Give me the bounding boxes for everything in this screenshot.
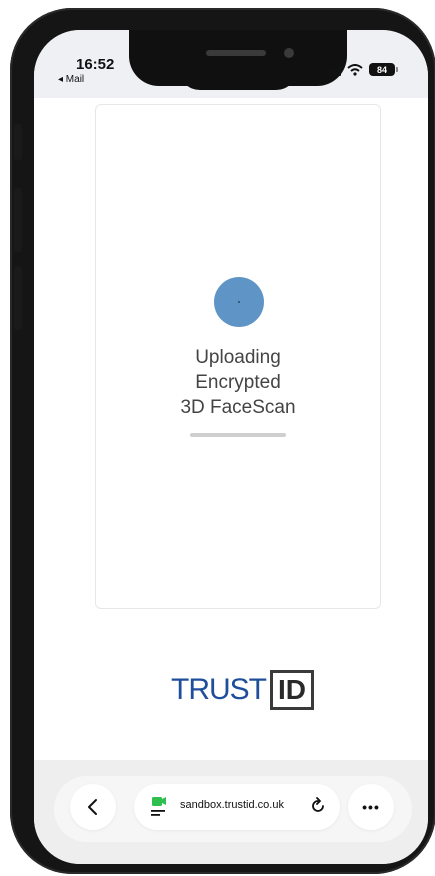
status-icons: 84 xyxy=(323,63,398,76)
chevron-left-icon xyxy=(88,799,97,815)
upload-line-1: Uploading xyxy=(195,347,281,368)
web-content: Uploading Encrypted 3D FaceScan TRUST ID xyxy=(34,98,428,788)
mute-switch xyxy=(14,124,22,160)
phone-frame: 16:52 ◂ Mail 84 Uploading Encrypted 3D F… xyxy=(10,8,435,874)
browser-toolbar: sandbox.trustid.co.uk ••• xyxy=(34,760,428,864)
camera-dot xyxy=(284,48,294,58)
status-time: 16:52 xyxy=(76,56,115,73)
wifi-icon xyxy=(347,63,363,76)
volume-down-button xyxy=(14,266,22,330)
more-button[interactable]: ••• xyxy=(348,784,394,830)
battery-icon: 84 xyxy=(369,63,398,76)
site-icon xyxy=(151,797,166,816)
address-bar[interactable]: sandbox.trustid.co.uk xyxy=(134,784,340,830)
loading-spinner xyxy=(214,277,264,327)
volume-up-button xyxy=(14,188,22,252)
logo-trust-text: TRUST xyxy=(171,673,267,706)
trustid-logo: TRUST ID xyxy=(171,670,314,710)
notch-lower xyxy=(178,60,298,90)
reload-button[interactable] xyxy=(306,794,330,818)
reload-icon xyxy=(312,797,324,812)
upload-status-text: Uploading Encrypted 3D FaceScan xyxy=(96,345,380,420)
upload-progress-bar xyxy=(190,433,286,437)
logo-id-box: ID xyxy=(270,670,314,710)
speaker-grille xyxy=(206,50,266,56)
upload-line-2: Encrypted xyxy=(195,372,281,393)
url-text: sandbox.trustid.co.uk xyxy=(180,799,284,811)
facescan-card: Uploading Encrypted 3D FaceScan xyxy=(95,104,381,609)
ellipsis-icon: ••• xyxy=(362,799,380,815)
phone-screen: 16:52 ◂ Mail 84 Uploading Encrypted 3D F… xyxy=(34,30,428,864)
back-button[interactable] xyxy=(70,784,116,830)
battery-level: 84 xyxy=(369,63,395,76)
upload-line-3: 3D FaceScan xyxy=(180,397,296,418)
signal-icon xyxy=(323,64,341,76)
back-to-app-link[interactable]: ◂ Mail xyxy=(58,74,84,85)
status-bar: 16:52 ◂ Mail 84 xyxy=(34,30,428,98)
